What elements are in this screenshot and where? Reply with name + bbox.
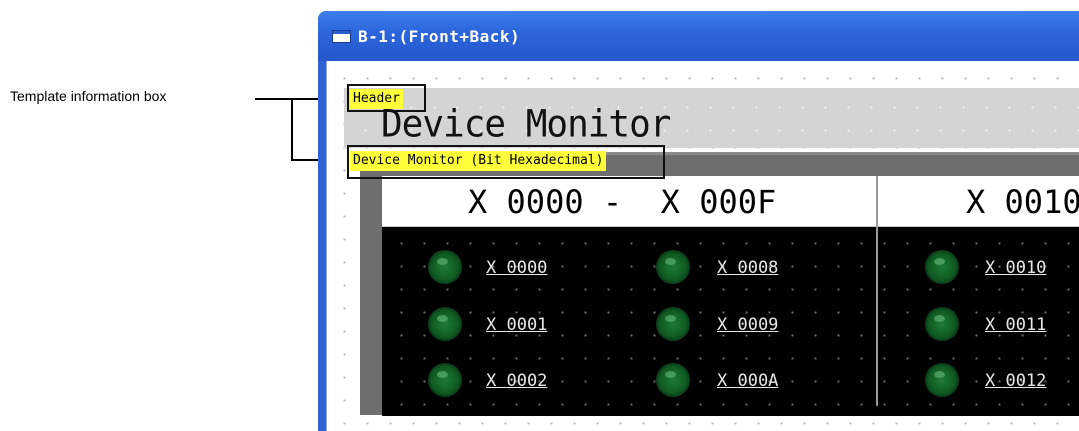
- device-label: X 0002: [486, 371, 548, 391]
- range-label: X 0010: [966, 183, 1079, 221]
- header-tag-highlight-box: [347, 84, 426, 112]
- led-lamp-icon[interactable]: [656, 250, 690, 284]
- device-monitor-tag-highlight-box: [347, 145, 665, 179]
- led-lamp-icon[interactable]: [428, 307, 462, 341]
- callout-line: [255, 98, 293, 100]
- callout-template-info-label: Template information box: [10, 88, 167, 104]
- window-title: B-1:(Front+Back): [358, 27, 521, 46]
- window-titlebar[interactable]: B-1:(Front+Back): [318, 11, 1079, 61]
- device-label: X 0009: [717, 315, 779, 335]
- device-label: X 0000: [486, 258, 548, 278]
- device-label: X 0011: [985, 315, 1047, 335]
- led-lamp-icon[interactable]: [656, 307, 690, 341]
- device-label: X 0008: [717, 258, 779, 278]
- callout-line: [291, 98, 293, 161]
- led-lamp-icon[interactable]: [925, 307, 959, 341]
- device-label: X 0001: [486, 315, 548, 335]
- led-lamp-icon[interactable]: [925, 250, 959, 284]
- led-lamp-icon[interactable]: [925, 363, 959, 397]
- led-lamp-icon[interactable]: [656, 363, 690, 397]
- device-label: X 000A: [717, 371, 779, 391]
- led-lamp-icon[interactable]: [428, 250, 462, 284]
- column-divider: [876, 176, 878, 406]
- range-label: X 0000 - X 000F: [468, 183, 777, 221]
- device-label: X 0012: [985, 371, 1047, 391]
- device-label: X 0010: [985, 258, 1047, 278]
- window-icon: [332, 30, 351, 43]
- led-lamp-icon[interactable]: [428, 363, 462, 397]
